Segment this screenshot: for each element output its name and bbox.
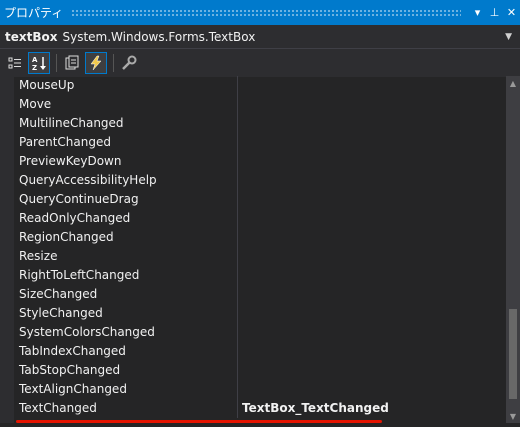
toolbar-separator <box>56 54 57 72</box>
scroll-down-icon[interactable]: ▼ <box>506 409 520 423</box>
highlight-underline <box>16 420 382 423</box>
selected-object-name: textBox <box>5 29 58 44</box>
event-name: TextAlignChanged <box>0 380 238 399</box>
grid-row[interactable]: RightToLeftChanged <box>0 266 506 285</box>
grid-row[interactable]: TabIndexChanged <box>0 342 506 361</box>
events-icon[interactable] <box>85 52 107 74</box>
event-name: TabIndexChanged <box>0 342 238 361</box>
chevron-down-icon[interactable]: ▼ <box>500 32 512 42</box>
grid-row[interactable]: PreviewKeyDown <box>0 152 506 171</box>
grid-row[interactable]: TextChanged TextBox_TextChanged <box>0 399 506 418</box>
properties-icon[interactable] <box>61 52 83 74</box>
grid-row[interactable]: ReadOnlyChanged <box>0 209 506 228</box>
toolbar-separator <box>113 54 114 72</box>
grid-row[interactable]: SizeChanged <box>0 285 506 304</box>
scroll-up-icon[interactable]: ▲ <box>506 76 520 90</box>
grid-row[interactable]: RegionChanged <box>0 228 506 247</box>
grid-row[interactable]: ParentChanged <box>0 133 506 152</box>
pin-icon[interactable]: ⊥ <box>486 3 503 23</box>
grid-row[interactable]: Move <box>0 95 506 114</box>
drag-grip[interactable] <box>71 9 461 16</box>
event-name: ParentChanged <box>0 133 238 152</box>
categorized-icon[interactable] <box>4 52 26 74</box>
svg-text:A: A <box>32 56 38 64</box>
vertical-scrollbar[interactable]: ▲ ▼ <box>506 76 520 423</box>
event-name: RegionChanged <box>0 228 238 247</box>
grid-gutter <box>0 76 14 423</box>
window-title: プロパティ <box>4 6 64 20</box>
scrollbar-thumb[interactable] <box>509 309 517 399</box>
title-bar: プロパティ ▾ ⊥ ✕ <box>0 0 520 25</box>
grid-row[interactable]: QueryContinueDrag <box>0 190 506 209</box>
event-name: StyleChanged <box>0 304 238 323</box>
grid-row[interactable]: Resize <box>0 247 506 266</box>
event-name: QueryAccessibilityHelp <box>0 171 238 190</box>
grid-row[interactable]: StyleChanged <box>0 304 506 323</box>
event-handler-value[interactable]: TextBox_TextChanged <box>238 399 506 418</box>
event-name: ReadOnlyChanged <box>0 209 238 228</box>
event-name: RightToLeftChanged <box>0 266 238 285</box>
event-grid: MouseUp Move MultilineChanged ParentChan… <box>0 76 506 423</box>
event-name: TextChanged <box>0 399 238 418</box>
grid-row[interactable]: TabStopChanged <box>0 361 506 380</box>
alphabetical-icon[interactable]: A Z <box>28 52 50 74</box>
event-name: SystemColorsChanged <box>0 323 238 342</box>
event-name: Move <box>0 95 238 114</box>
event-name: MouseUp <box>0 76 238 95</box>
event-name: MultilineChanged <box>0 114 238 133</box>
property-pages-icon[interactable] <box>118 52 140 74</box>
close-icon[interactable]: ✕ <box>503 3 520 23</box>
grid-row[interactable]: QueryAccessibilityHelp <box>0 171 506 190</box>
window-position-dropdown-icon[interactable]: ▾ <box>469 3 486 23</box>
svg-text:Z: Z <box>32 64 37 71</box>
properties-toolbar: A Z <box>0 49 520 77</box>
object-selector[interactable]: textBox System.Windows.Forms.TextBox ▼ <box>0 25 520 49</box>
event-name: SizeChanged <box>0 285 238 304</box>
grid-row[interactable]: SystemColorsChanged <box>0 323 506 342</box>
event-name: TabStopChanged <box>0 361 238 380</box>
grid-row[interactable]: MouseUp <box>0 76 506 95</box>
grid-row[interactable]: MultilineChanged <box>0 114 506 133</box>
grid-row[interactable]: TextAlignChanged <box>0 380 506 399</box>
event-name: QueryContinueDrag <box>0 190 238 209</box>
event-name: PreviewKeyDown <box>0 152 238 171</box>
selected-object-type: System.Windows.Forms.TextBox <box>62 29 256 44</box>
event-name: Resize <box>0 247 238 266</box>
